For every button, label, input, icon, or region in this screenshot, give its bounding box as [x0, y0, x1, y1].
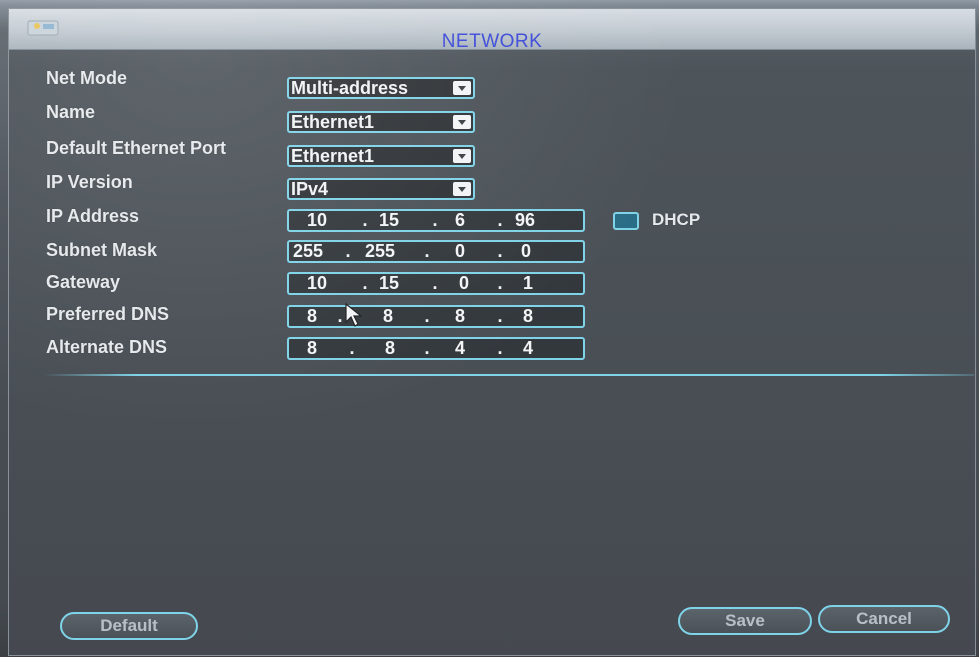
dhcp-label: DHCP — [652, 210, 701, 229]
ip-address-field[interactable]: 10 . 15 . 6 . 96 — [287, 209, 585, 232]
subnet-separator: . — [345, 241, 351, 261]
name-dropdown-button[interactable] — [453, 115, 471, 129]
gateway-separator: . — [432, 273, 438, 293]
gateway-separator: . — [497, 273, 503, 293]
ip-octet-2[interactable]: 15 — [379, 210, 429, 231]
subnet-mask-field[interactable]: 255 . 255 . 0 . 0 — [287, 240, 585, 263]
ip-separator: . — [497, 210, 503, 230]
chevron-down-icon — [458, 120, 466, 125]
mouse-pointer-icon — [345, 302, 363, 327]
save-button[interactable]: Save — [678, 607, 812, 635]
ip-octet-1[interactable]: 10 — [307, 210, 357, 231]
default-ethernet-port-label: Default Ethernet Port — [46, 138, 227, 158]
ip-version-dropdown-button[interactable] — [453, 182, 471, 196]
subnet-octet-4[interactable]: 0 — [521, 241, 571, 262]
preferred-dns-octet-4[interactable]: 8 — [523, 306, 573, 327]
gateway-field[interactable]: 10 . 15 . 0 . 1 — [287, 272, 585, 295]
alternate-dns-separator: . — [497, 338, 503, 358]
subnet-separator: . — [497, 241, 503, 261]
cancel-button[interactable]: Cancel — [818, 605, 950, 633]
ip-address-label: IP Address — [46, 206, 140, 226]
ip-version-select[interactable]: IPv4 — [287, 178, 475, 200]
ip-octet-4[interactable]: 96 — [515, 210, 565, 231]
preferred-dns-separator: . — [424, 306, 430, 326]
alternate-dns-field[interactable]: 8 . 8 . 4 . 4 — [287, 337, 585, 360]
default-ethernet-port-dropdown-button[interactable] — [453, 149, 471, 163]
subnet-separator: . — [424, 241, 430, 261]
name-select[interactable]: Ethernet1 — [287, 111, 475, 133]
ip-version-label: IP Version — [46, 172, 133, 192]
ip-separator: . — [432, 210, 438, 230]
title-bar: NETWORK — [9, 9, 975, 52]
chevron-down-icon — [458, 86, 466, 91]
alternate-dns-separator: . — [424, 338, 430, 358]
gateway-octet-2[interactable]: 15 — [379, 273, 429, 294]
default-ethernet-port-select[interactable]: Ethernet1 — [287, 145, 475, 167]
ip-separator: . — [362, 210, 368, 230]
subnet-octet-2[interactable]: 255 — [365, 241, 415, 262]
preferred-dns-label: Preferred DNS — [46, 304, 170, 324]
ip-version-value: IPv4 — [291, 179, 329, 199]
screen: NETWORK Net Mode Name Default Ethernet P… — [0, 0, 979, 657]
gateway-label: Gateway — [46, 272, 121, 292]
net-mode-value: Multi-address — [291, 78, 409, 98]
section-divider — [44, 374, 974, 376]
dhcp-checkbox[interactable] — [613, 212, 639, 230]
network-window: NETWORK — [8, 8, 976, 656]
alternate-dns-octet-4[interactable]: 4 — [523, 338, 573, 359]
default-button[interactable]: Default — [60, 612, 198, 640]
name-value: Ethernet1 — [291, 112, 375, 132]
name-label: Name — [46, 102, 96, 122]
alternate-dns-label: Alternate DNS — [46, 337, 168, 357]
preferred-dns-separator: . — [497, 306, 503, 326]
net-mode-label: Net Mode — [46, 68, 127, 88]
window-title: NETWORK — [441, 31, 543, 52]
preferred-dns-field[interactable]: 8 . 8 . 8 . 8 — [287, 305, 585, 328]
subnet-octet-1[interactable]: 255 — [293, 241, 343, 262]
default-ethernet-port-value: Ethernet1 — [291, 146, 375, 166]
net-mode-select[interactable]: Multi-address — [287, 77, 475, 99]
subnet-mask-label: Subnet Mask — [46, 240, 158, 260]
alternate-dns-separator: . — [349, 338, 355, 358]
chevron-down-icon — [458, 154, 466, 159]
gateway-octet-4[interactable]: 1 — [523, 273, 573, 294]
gateway-separator: . — [362, 273, 368, 293]
chevron-down-icon — [458, 187, 466, 192]
net-mode-dropdown-button[interactable] — [453, 81, 471, 95]
gateway-octet-1[interactable]: 10 — [307, 273, 357, 294]
